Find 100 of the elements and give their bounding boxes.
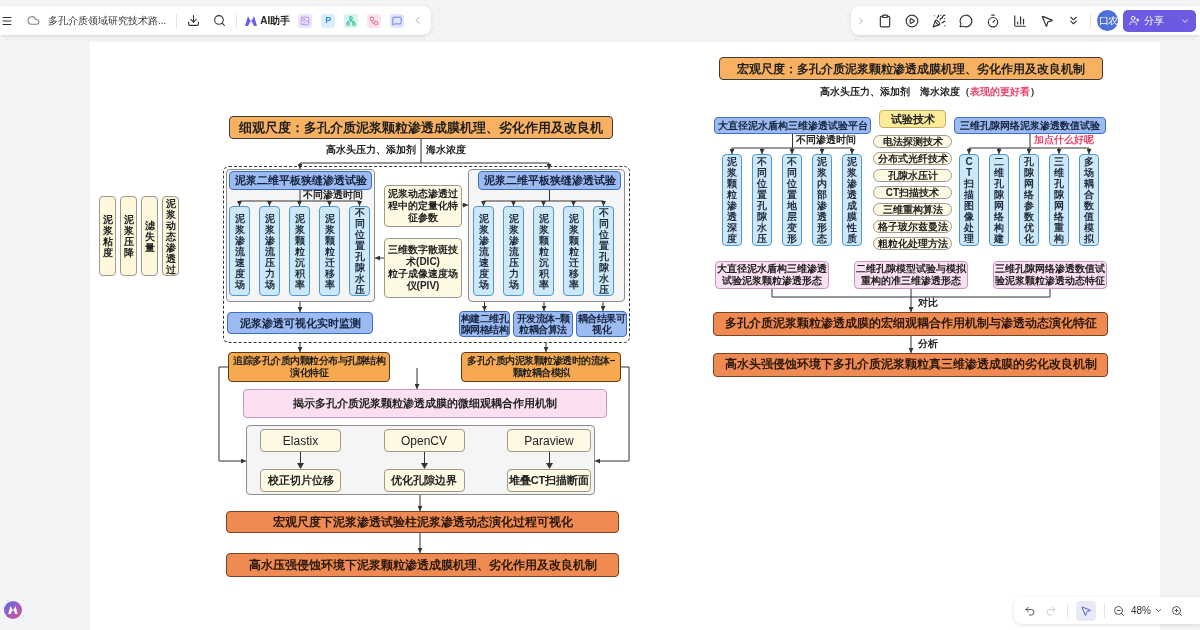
pointer-icon[interactable]: [1040, 13, 1054, 28]
connector-arrow: [417, 532, 423, 554]
techniques-header-node: 试验技术: [879, 110, 946, 128]
conclusion-node: 高水压强侵蚀环境下泥浆颗粒渗透成膜机理、劣化作用及改良机制: [226, 553, 619, 577]
image-tile-icon[interactable]: [298, 13, 313, 28]
tool-result-node: 优化孔隙边界: [383, 469, 465, 492]
conclusion-node: 宏观尺度下泥浆渗透试验柱泥浆渗透动态演化过程可视化: [226, 511, 619, 533]
connector-arrow: [908, 335, 914, 354]
parameter-column-node: 泥浆颗粒沉积率: [533, 206, 554, 296]
connector-arrow: [546, 162, 552, 170]
connector-arrow: [267, 200, 272, 207]
result-node: 开发流体–颗粒耦合算法: [513, 311, 573, 337]
connector-arrow: [1086, 147, 1092, 155]
chat-tile-icon[interactable]: [390, 13, 405, 28]
connector-arrow: [297, 342, 303, 353]
connector-arrow: [461, 202, 469, 208]
technique-pill: CT扫描技术: [873, 186, 952, 199]
connector-arrow: [849, 147, 855, 155]
platform-header-node: 三维孔隙网络泥浆渗透数值试验: [954, 117, 1106, 134]
experiment-header-node: 泥浆二维平板狭缝渗透试验: [478, 171, 621, 190]
parameter-column-node: 泥浆颗粒迁移率: [563, 206, 584, 296]
parameter-column-node: 泥浆颗粒渗透深度: [722, 154, 742, 246]
party-popper-icon[interactable]: [932, 13, 946, 28]
finding-node: 追踪多孔介质内颗粒分布与孔隙结构演化特征: [228, 352, 390, 382]
platform-header-node: 大直径泥水盾构三维渗透试验平台: [714, 117, 871, 134]
connector-arrow: [601, 200, 606, 207]
parameter-column-node: 泥浆颗粒沉积率: [289, 206, 310, 296]
parameter-column-node: 多场耦合数值模拟: [1079, 154, 1099, 246]
more-icon[interactable]: [1067, 14, 1080, 27]
mindmap-tile-icon[interactable]: [344, 13, 359, 28]
outcome-node: 三维孔隙网络渗透数值试验泥浆颗粒渗透动态特征: [993, 261, 1107, 289]
connector-arrow: [966, 147, 972, 155]
connector-arrow: [297, 162, 303, 170]
scale-title-node: 宏观尺度：多孔介质泥浆颗粒渗透成膜机理、劣化作用及改良机制: [719, 57, 1103, 80]
technique-pill: 粗粒化处理方法: [873, 237, 952, 250]
side-label-node: 泥浆动态渗透过: [162, 196, 179, 276]
parameter-column-node: 泥浆渗透成膜性质: [842, 154, 862, 246]
zoom-out-icon[interactable]: [1113, 604, 1125, 617]
parameter-column-node: 不同位置孔隙水压: [752, 154, 772, 246]
flow-tile-icon[interactable]: [367, 13, 382, 28]
experiment-header-node: 泥浆二维平板狭缝渗透试验: [229, 171, 372, 190]
tool-node: OpenCV: [383, 429, 465, 452]
document-title[interactable]: 多孔介质领域研究技术路...: [48, 13, 167, 28]
pointer-icon: [1080, 604, 1092, 617]
connector-arrow: [789, 147, 795, 155]
connector-arrow: [481, 200, 486, 207]
connector-arrow: [541, 200, 546, 207]
user-avatar[interactable]: 口农: [1097, 10, 1118, 31]
timer-icon[interactable]: [986, 13, 1000, 28]
select-tool-button[interactable]: [1076, 600, 1096, 621]
scale-title-node: 细观尺度：多孔介质泥浆颗粒渗透成膜机理、劣化作用及改良机: [229, 116, 613, 139]
share-button[interactable]: 分享: [1123, 9, 1196, 32]
download-icon[interactable]: [187, 14, 201, 27]
synthesis-node: 多孔介质泥浆颗粒渗透成膜的宏细观耦合作用机制与渗透动态演化特征: [713, 312, 1108, 336]
connector-arrow: [996, 147, 1002, 155]
ai-assistant-button[interactable]: AI助手: [245, 13, 291, 28]
zoom-level-dropdown[interactable]: 48%: [1131, 603, 1163, 618]
connector-arrow: [374, 255, 385, 261]
connector-arrow: [908, 288, 914, 313]
condition-label: 海水浓度（表现的更好看）: [920, 85, 1040, 99]
connector-arrow: [1056, 147, 1062, 155]
caret-icon: [1154, 606, 1163, 615]
note-text: 粒子成像速度场仪(PIV): [388, 268, 458, 292]
redo-icon: [1045, 604, 1057, 617]
parameter-column-node: 泥浆渗流压力场: [259, 206, 280, 296]
outcome-node: 二维孔隙模型试验与模拟重构的准三维渗透形态: [854, 261, 968, 289]
parameter-column-node: 泥浆渗流压力场: [503, 206, 524, 296]
connector-label: 分析: [918, 339, 938, 349]
parameter-column-node: CT扫描图像处理: [959, 154, 979, 246]
comment-icon[interactable]: [959, 13, 973, 28]
connector-arrow: [297, 200, 302, 207]
technique-pill: 孔隙水压计: [873, 169, 952, 182]
condition-label: 海水浓度: [426, 143, 466, 157]
zoom-in-icon[interactable]: [1171, 604, 1183, 617]
note-text: 三维数字散斑技术(DIC): [388, 244, 458, 268]
connector-arrow: [759, 147, 765, 155]
connector-arrow: [414, 367, 420, 390]
play-icon[interactable]: [905, 13, 919, 28]
condition-label: 高水头压力、添加剂: [820, 85, 910, 99]
technique-pill: 格子玻尔兹曼法: [873, 220, 952, 233]
connector-arrow: [571, 200, 576, 207]
tool-node: Paraview: [507, 429, 591, 452]
connector-arrow: [511, 200, 516, 207]
assistant-logo-icon[interactable]: [4, 601, 22, 619]
connector-arrow: [482, 301, 487, 312]
user-plus-icon: [1129, 15, 1140, 26]
clipboard-icon[interactable]: [878, 13, 892, 28]
finding-node: 多孔介质内泥浆颗粒渗透时的流体–颗粒耦合模拟: [461, 352, 621, 382]
search-icon[interactable]: [213, 14, 227, 27]
menu-icon[interactable]: [1, 14, 13, 27]
connector-arrow: [297, 301, 303, 313]
undo-icon: [1024, 604, 1036, 617]
parameter-column-node: 泥浆颗粒迁移率: [319, 206, 340, 296]
connector-arrow: [327, 200, 332, 207]
connector-arrow: [541, 301, 547, 312]
branch-label: 不同渗透时间: [796, 135, 856, 145]
connector-arrow: [297, 452, 304, 469]
parameter-column-node: 三维孔隙网络重构: [1049, 154, 1069, 246]
bar-chart-icon[interactable]: [1013, 13, 1027, 28]
tool-node: Elastix: [260, 429, 341, 452]
